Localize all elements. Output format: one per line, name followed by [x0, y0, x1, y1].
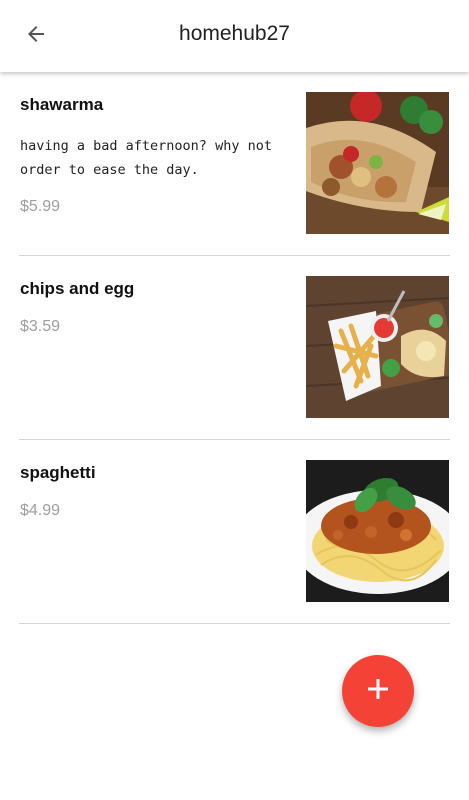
list-item-chips-and-egg[interactable]: chips and egg $3.59	[0, 256, 469, 440]
item-name: shawarma	[20, 95, 104, 114]
divider	[19, 623, 450, 624]
app-bar: homehub27	[0, 0, 469, 72]
plus-icon	[367, 678, 389, 705]
shawarma-photo	[306, 92, 449, 234]
item-price: $3.59	[20, 318, 61, 335]
chips-and-egg-photo	[306, 276, 449, 418]
item-name: chips and egg	[20, 279, 135, 298]
item-price: $4.99	[20, 502, 61, 519]
add-item-button[interactable]	[342, 655, 414, 727]
page-title: homehub27	[179, 22, 290, 45]
item-price: $5.99	[20, 198, 61, 215]
list-item-shawarma[interactable]: shawarma having a bad afternoon? why not…	[0, 72, 469, 256]
spaghetti-photo	[306, 460, 449, 602]
menu-list: shawarma having a bad afternoon? why not…	[0, 72, 469, 624]
item-description: having a bad afternoon? why not order to…	[20, 138, 272, 178]
item-name: spaghetti	[20, 463, 96, 482]
list-item-spaghetti[interactable]: spaghetti $4.99	[0, 440, 469, 624]
